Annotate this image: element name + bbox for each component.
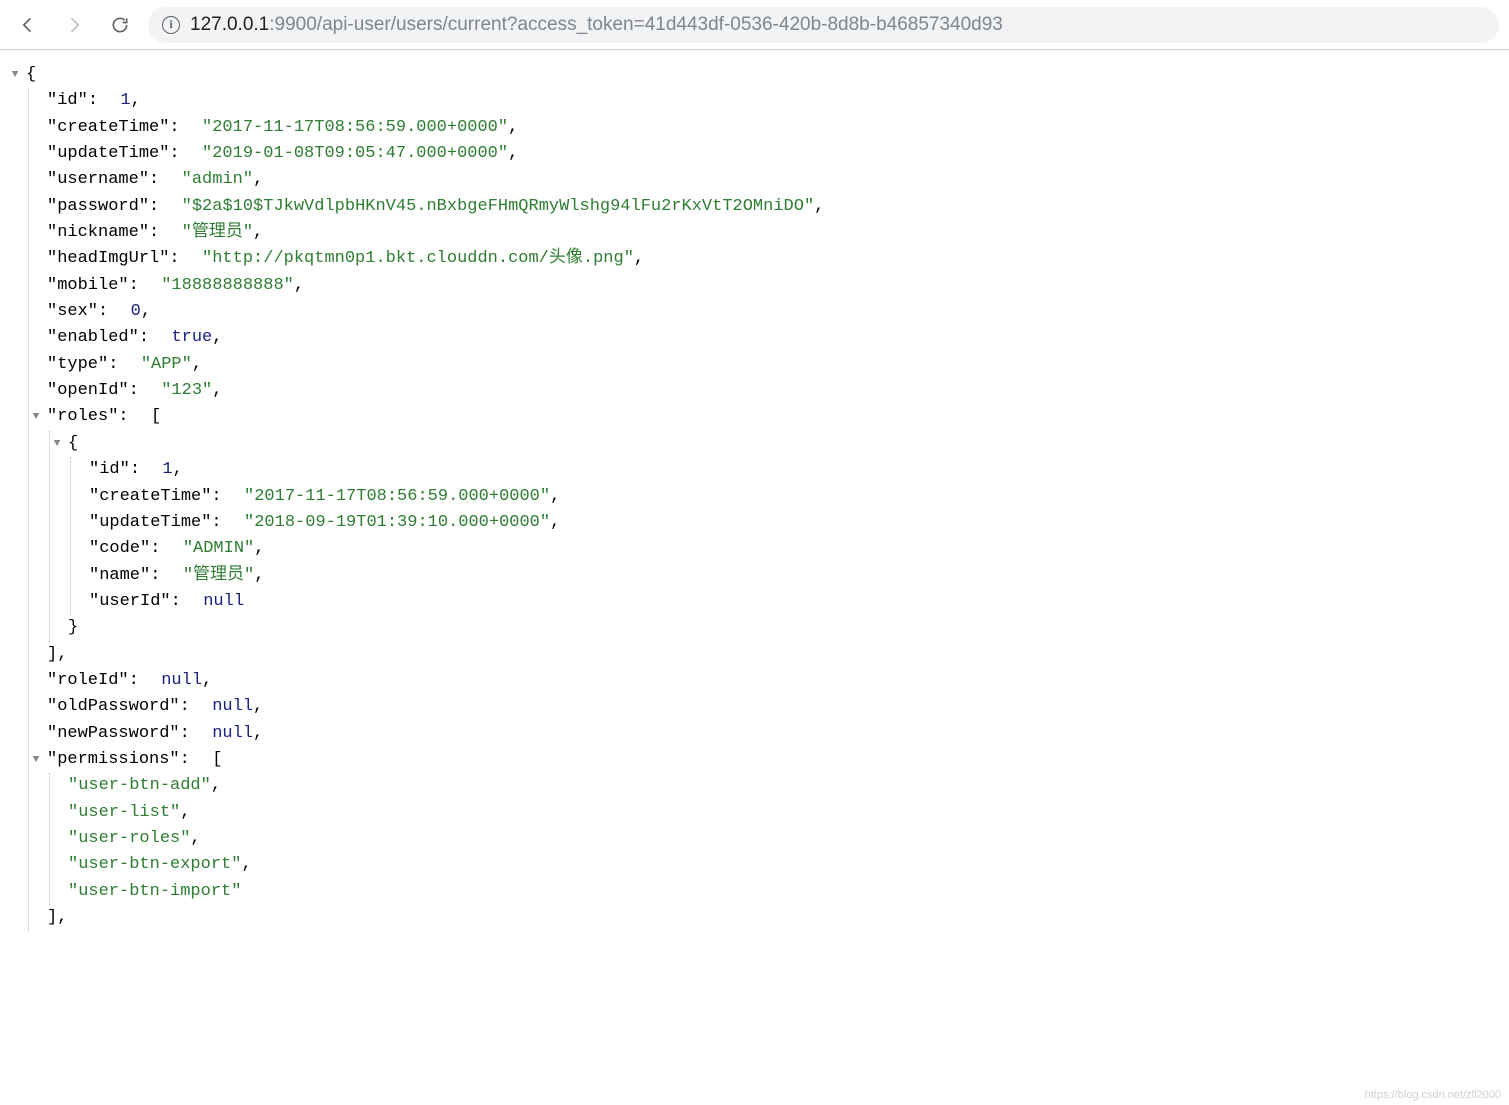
json-key: "updateTime" [89, 513, 211, 532]
json-value: "2017-11-17T08:56:59.000+0000" [244, 487, 550, 506]
json-value: "user-btn-export" [68, 855, 241, 874]
reload-icon [110, 15, 130, 35]
forward-button[interactable] [56, 7, 92, 43]
json-key: "username" [47, 170, 149, 189]
json-key: "id" [47, 91, 88, 110]
json-value: "user-roles" [68, 829, 190, 848]
collapse-toggle[interactable] [8, 62, 22, 84]
json-value: "user-btn-add" [68, 776, 211, 795]
arrow-right-icon [64, 15, 84, 35]
json-value: "管理员" [182, 223, 253, 242]
brace-close: } [68, 618, 78, 637]
collapse-toggle[interactable] [29, 404, 43, 426]
watermark: https://blog.csdn.net/zll2000 [1365, 1089, 1501, 1101]
json-key: "createTime" [89, 487, 211, 506]
back-button[interactable] [10, 7, 46, 43]
bracket-open: [ [151, 407, 161, 426]
json-value: "APP" [141, 355, 192, 374]
bracket-open: [ [212, 750, 222, 769]
json-value: "2018-09-19T01:39:10.000+0000" [244, 513, 550, 532]
collapse-toggle[interactable] [50, 431, 64, 453]
json-value: null [161, 671, 202, 690]
json-key: "type" [47, 355, 108, 374]
json-key: "nickname" [47, 223, 149, 242]
json-key: "openId" [47, 381, 129, 400]
url-path: :9900/api-user/users/current?access_toke… [269, 14, 1003, 35]
bracket-close: ], [47, 908, 67, 927]
brace-open: { [68, 434, 78, 453]
json-key: "id" [89, 460, 130, 479]
json-key: "createTime" [47, 118, 169, 137]
json-key: "userId" [89, 592, 171, 611]
browser-toolbar: i 127.0.0.1:9900/api-user/users/current?… [0, 0, 1509, 50]
json-value: "123" [161, 381, 212, 400]
json-value: 0 [131, 302, 141, 321]
json-value: "http://pkqtmn0p1.bkt.clouddn.com/头像.png… [202, 249, 634, 268]
json-value: "admin" [182, 170, 253, 189]
json-value: null [212, 697, 253, 716]
json-key: "newPassword" [47, 724, 180, 743]
json-value: "2017-11-17T08:56:59.000+0000" [202, 118, 508, 137]
json-value: "user-btn-import" [68, 882, 241, 901]
json-value: null [203, 592, 244, 611]
json-value: "user-list" [68, 803, 180, 822]
json-key: "password" [47, 197, 149, 216]
json-viewer: { "id": 1, "createTime": "2017-11-17T08:… [0, 50, 1509, 943]
reload-button[interactable] [102, 7, 138, 43]
arrow-left-icon [18, 15, 38, 35]
json-key: "roles" [47, 407, 118, 426]
json-key: "name" [89, 566, 150, 585]
json-key: "code" [89, 539, 150, 558]
json-value: "$2a$10$TJkwVdlpbHKnV45.nBxbgeFHmQRmyWls… [182, 197, 815, 216]
json-value: "18888888888" [161, 276, 294, 295]
json-key: "sex" [47, 302, 98, 321]
json-key: "mobile" [47, 276, 129, 295]
address-bar[interactable]: i 127.0.0.1:9900/api-user/users/current?… [148, 7, 1499, 43]
json-key: "permissions" [47, 750, 180, 769]
json-key: "roleId" [47, 671, 129, 690]
url-host: 127.0.0.1 [190, 14, 269, 35]
json-key: "enabled" [47, 328, 139, 347]
json-value: "管理员" [183, 566, 254, 585]
json-value: 1 [162, 460, 172, 479]
json-key: "updateTime" [47, 144, 169, 163]
json-value: "2019-01-08T09:05:47.000+0000" [202, 144, 508, 163]
url-text: 127.0.0.1:9900/api-user/users/current?ac… [190, 14, 1003, 36]
json-key: "oldPassword" [47, 697, 180, 716]
site-info-icon[interactable]: i [162, 16, 180, 34]
json-value: true [171, 328, 212, 347]
json-key: "headImgUrl" [47, 249, 169, 268]
json-value: null [212, 724, 253, 743]
json-value: 1 [120, 91, 130, 110]
brace-open: { [26, 65, 36, 84]
json-value: "ADMIN" [183, 539, 254, 558]
collapse-toggle[interactable] [29, 747, 43, 769]
bracket-close: ], [47, 645, 67, 664]
